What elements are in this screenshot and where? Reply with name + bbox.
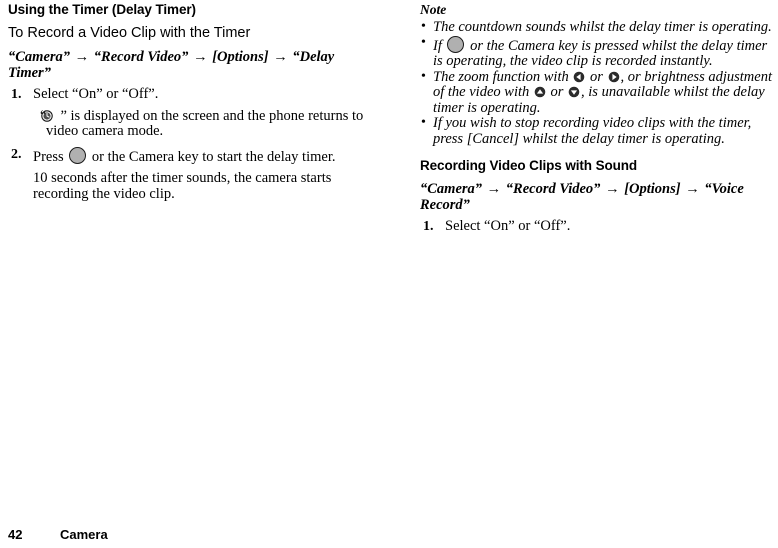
step-text: Select “On” or “Off”. (33, 86, 159, 102)
step-number: 1. (11, 87, 22, 102)
breadcrumb: “Camera” → “Record Video” → [Options] → … (8, 49, 360, 81)
manual-page: Using the Timer (Delay Timer) To Record … (0, 0, 778, 548)
note-list: • The countdown sounds whilst the delay … (420, 19, 778, 147)
breadcrumb-arrow-icon: → (193, 49, 208, 65)
note-part-2: or (590, 68, 603, 85)
dpad-up-icon (534, 86, 546, 98)
note-text-before: If (433, 37, 442, 54)
step-number: 1. (423, 219, 434, 234)
step-note-text: ” is displayed on the screen and the pho… (46, 107, 364, 139)
step-number: 2. (11, 146, 22, 162)
center-key-icon (447, 35, 465, 53)
breadcrumb-arrow-icon: → (605, 181, 620, 197)
step-note: “” is displayed on the screen and the ph… (8, 107, 368, 140)
breadcrumb-arrow-icon: → (74, 49, 90, 65)
breadcrumb-part-2: “Record Video” (505, 181, 601, 197)
breadcrumb-part-1: “Camera” (8, 49, 71, 65)
breadcrumb-part-3: [Options] (212, 49, 269, 65)
step-note: 10 seconds after the timer sounds, the c… (33, 170, 332, 202)
dpad-down-icon (568, 86, 580, 98)
timer-icon (41, 109, 59, 122)
bullet-icon: • (421, 34, 426, 50)
step-list: 1. Select “On” or “Off”. “” is displayed… (8, 86, 368, 202)
list-item: • If or the Camera key is pressed whilst… (420, 34, 778, 70)
page-title: Using the Timer (Delay Timer) (8, 2, 196, 17)
page-number: 42 (8, 527, 23, 542)
chapter-name: Camera (60, 527, 108, 542)
note-part-1: The zoom function with (433, 68, 569, 85)
bullet-icon: • (421, 115, 426, 130)
center-key-icon (69, 146, 87, 164)
breadcrumb-arrow-icon: → (486, 181, 502, 197)
step-text: Select “On” or “Off”. (445, 218, 571, 234)
note-text: The countdown sounds whilst the delay ti… (433, 19, 772, 35)
list-item: • The countdown sounds whilst the delay … (420, 19, 778, 36)
step-list: 1. Select “On” or “Off”. (420, 218, 778, 235)
step-text-before: Press (33, 148, 64, 165)
bullet-icon: • (421, 68, 426, 84)
page-footer: 42 Camera (8, 527, 108, 542)
list-item: 1. Select “On” or “Off”. (8, 86, 368, 103)
breadcrumb-part-1: “Camera” (420, 181, 483, 197)
list-item: • If you wish to stop recording video cl… (420, 115, 778, 147)
bullet-icon: • (421, 19, 426, 34)
list-item: 1. Select “On” or “Off”. (420, 218, 778, 235)
note-part-4: or (550, 84, 564, 100)
list-item: • The zoom function with or , or brightn… (420, 68, 778, 117)
left-column: Using the Timer (Delay Timer) To Record … (8, 0, 368, 202)
dpad-right-icon (608, 71, 620, 83)
breadcrumb-arrow-icon: → (685, 181, 700, 197)
list-item: 2. Press or the Camera key to start the … (8, 146, 368, 166)
note-heading: Note (420, 2, 447, 17)
note-text: The zoom function with or , or brightnes… (433, 69, 772, 116)
right-column: Note • The countdown sounds whilst the d… (420, 0, 778, 235)
note-text: If or the Camera key is pressed whilst t… (433, 35, 768, 70)
note-text-after: or the Camera key is pressed whilst the … (433, 37, 768, 69)
section-heading-recording: Recording Video Clips with Sound (420, 158, 638, 173)
step-text-after: or the Camera key to start the delay tim… (91, 148, 336, 165)
breadcrumb-arrow-icon: → (273, 49, 288, 65)
note-text: If you wish to stop recording video clip… (433, 115, 752, 147)
dpad-left-icon (573, 71, 585, 83)
breadcrumb-part-2: “Record Video” (93, 49, 189, 65)
step-text: Press or the Camera key to start the del… (33, 146, 368, 166)
breadcrumb-part-3: [Options] (624, 181, 681, 197)
breadcrumb: “Camera” → “Record Video” → [Options] → … (420, 181, 778, 213)
sub-heading: To Record a Video Clip with the Timer (8, 25, 251, 41)
